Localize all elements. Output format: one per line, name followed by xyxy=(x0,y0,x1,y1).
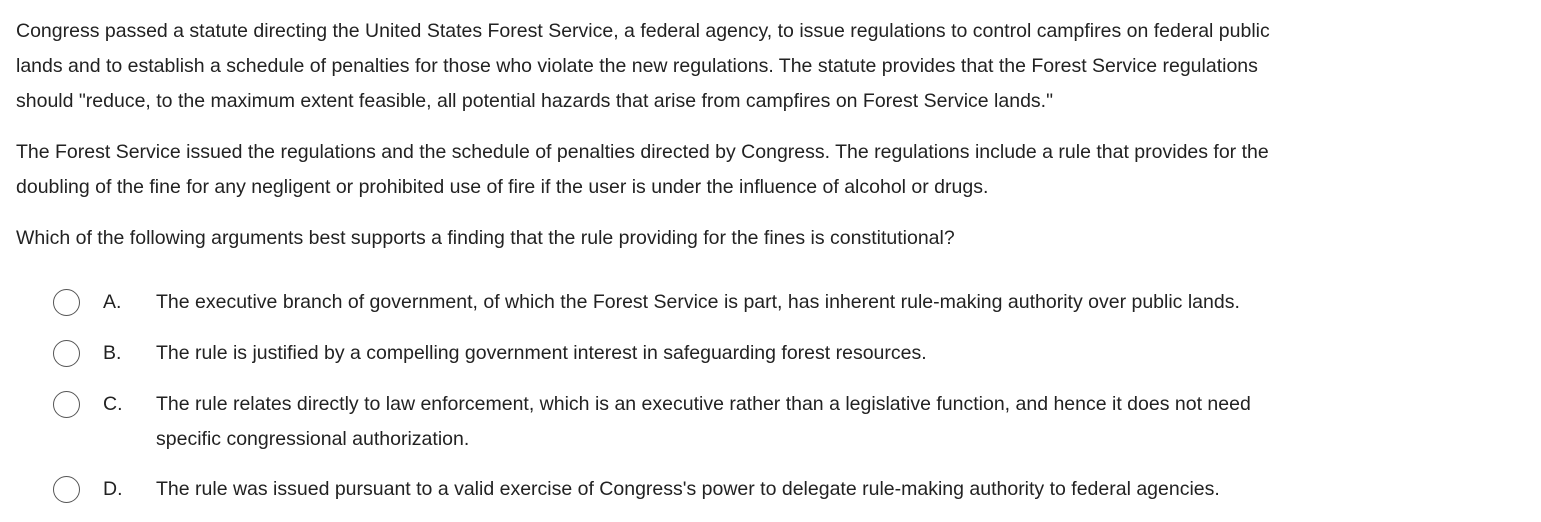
choice-text-a: The executive branch of government, of w… xyxy=(156,291,1240,313)
radio-button-a[interactable] xyxy=(53,289,80,316)
radio-button-c[interactable] xyxy=(53,391,80,418)
radio-button-b[interactable] xyxy=(53,340,80,367)
question-paragraph-1: Congress passed a statute directing the … xyxy=(16,20,1270,112)
question-stem: Congress passed a statute directing the … xyxy=(16,14,1516,256)
choice-letter-a: A. xyxy=(103,291,122,313)
choice-letter-c: C. xyxy=(103,393,123,415)
question-paragraph-2: The Forest Service issued the regulation… xyxy=(16,141,1269,198)
choice-text-b: The rule is justified by a compelling go… xyxy=(156,342,927,364)
choice-text-c: The rule relates directly to law enforce… xyxy=(156,393,1251,450)
choice-text-d: The rule was issued pursuant to a valid … xyxy=(156,478,1220,500)
choice-letter-b: B. xyxy=(103,342,122,364)
question-prompt: Which of the following arguments best su… xyxy=(16,227,955,249)
radio-button-d[interactable] xyxy=(53,476,80,503)
choice-letter-d: D. xyxy=(103,478,123,500)
